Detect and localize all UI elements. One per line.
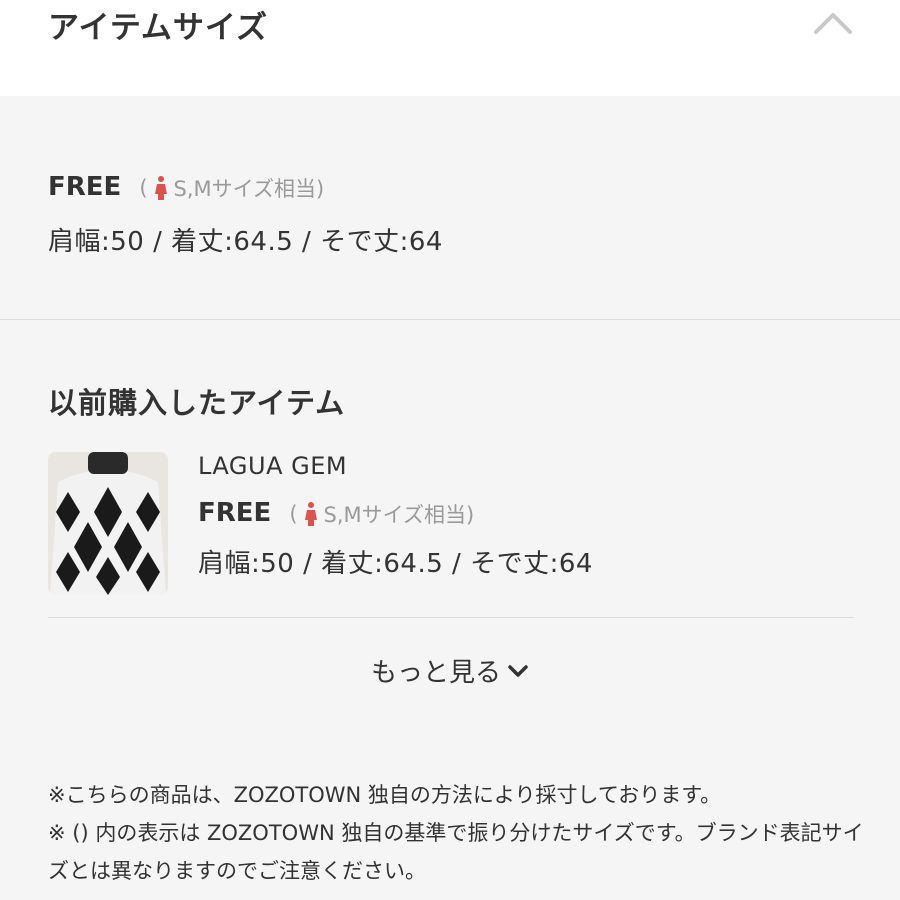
divider [48,617,854,618]
hint-text: S,Mサイズ相当) [323,503,475,527]
show-more-button[interactable]: もっと見る [371,652,529,689]
item-measurements: 肩幅:50 / 着丈:64.5 / そで丈:64 [198,549,593,579]
product-thumbnail[interactable] [48,452,168,595]
hint-text: S,Mサイズ相当) [173,177,325,201]
size-label: FREE [48,172,122,202]
section-title: アイテムサイズ [48,10,268,46]
note-line: ※こちらの商品は、ZOZOTOWN 独自の方法により採寸しております。 [48,783,722,807]
woman-icon [304,502,317,526]
list-item[interactable]: LAGUA GEM FREE ( S,Mサイズ相当) 肩幅:50 / 着丈:64… [48,452,854,597]
woman-icon [154,176,167,200]
size-notes: ※こちらの商品は、ZOZOTOWN 独自の方法により採寸しております。 ※ ()… [48,776,868,890]
chevron-up-icon[interactable] [812,10,854,36]
previous-items-title: 以前購入したアイテム [48,386,346,420]
show-more-label: もっと見る [370,658,501,688]
chevron-down-icon [508,664,528,677]
hint-open-paren: ( [289,502,298,526]
size-info: FREE ( S,Mサイズ相当) 肩幅:50 / 着丈:64.5 / そで丈:6… [48,172,443,258]
measurements: 肩幅:50 / 着丈:64.5 / そで丈:64 [48,227,443,257]
note-line: ※ () 内の表示は ZOZOTOWN 独自の基準で振り分けたサイズです。ブラン… [48,821,864,883]
sweater-image [48,452,168,595]
size-section-header[interactable]: アイテムサイズ [0,0,900,96]
show-more: もっと見る [0,652,900,689]
item-info: LAGUA GEM FREE ( S,Mサイズ相当) 肩幅:50 / 着丈:64… [198,452,593,580]
hint-open-paren: ( [139,176,148,200]
brand-name[interactable]: LAGUA GEM [198,452,593,480]
divider [0,319,900,320]
size-hint: ( S,Mサイズ相当) [139,173,324,203]
item-size-label: FREE [198,498,272,528]
item-size-hint: ( S,Mサイズ相当) [289,499,474,529]
